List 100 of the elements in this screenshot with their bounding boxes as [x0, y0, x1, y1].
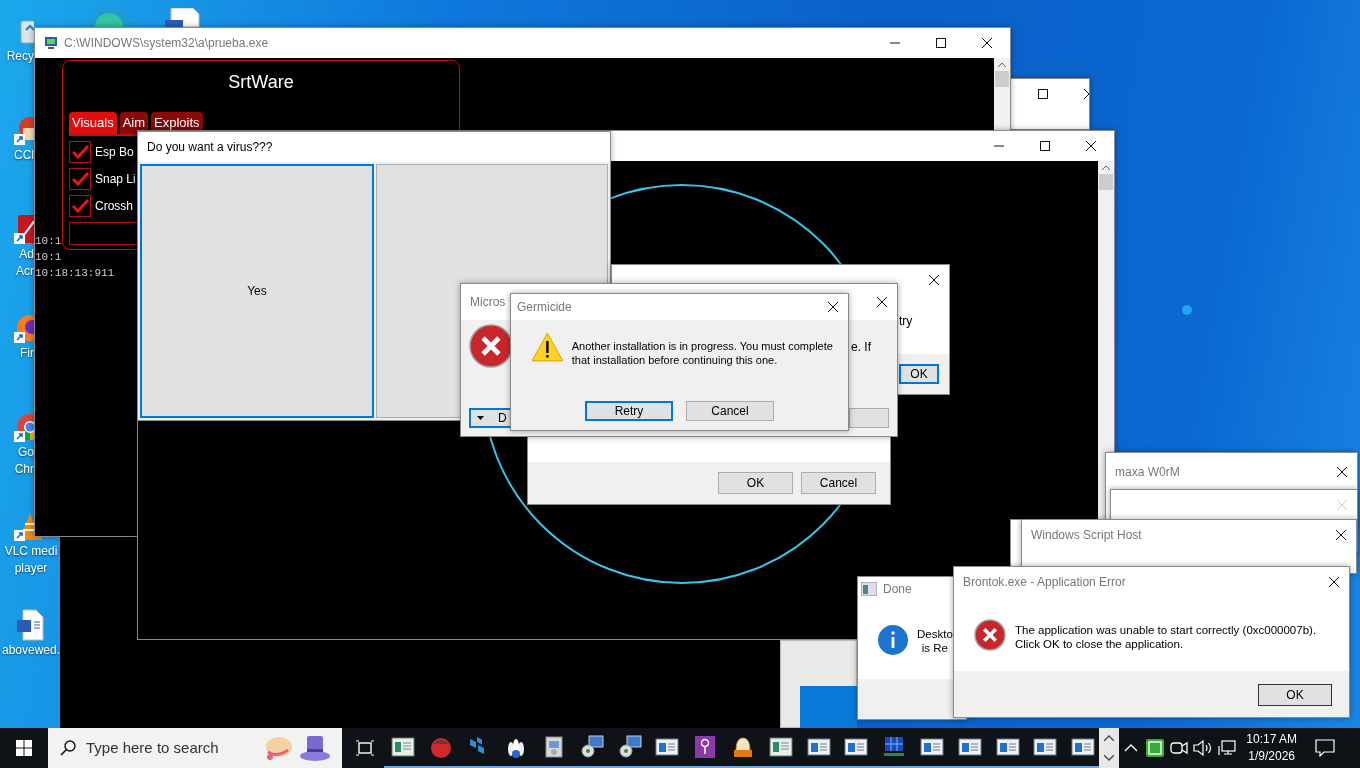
scroll-down-icon[interactable]	[1104, 755, 1115, 761]
window-title: Windows Script Host	[1031, 527, 1142, 544]
chevron-up-icon[interactable]	[1124, 744, 1139, 752]
window-icon	[768, 735, 793, 759]
camera-icon[interactable]	[1170, 740, 1189, 756]
caret-icon	[477, 416, 484, 420]
icon-label: abovewed.	[0, 643, 61, 658]
option-label: Esp Bo	[95, 143, 134, 161]
window-icon	[920, 735, 945, 759]
close-icon[interactable]	[1329, 577, 1339, 587]
ok-button[interactable]: OK	[1258, 684, 1332, 706]
close-icon[interactable]	[1086, 141, 1096, 151]
scrollbar[interactable]	[994, 58, 1010, 130]
setup-icon	[579, 735, 604, 759]
network-icon	[882, 735, 907, 759]
warning-icon	[531, 332, 564, 362]
tab[interactable]: Visuals	[69, 112, 117, 134]
console-line: 10:1	[35, 234, 62, 249]
option-label: Crossh	[95, 197, 133, 215]
button[interactable]: OK	[718, 472, 793, 494]
speaker-icon[interactable]	[1193, 740, 1214, 756]
dot-icon	[1182, 304, 1192, 315]
icon-label: Ad	[18, 247, 34, 262]
message-text: Deskto	[917, 627, 953, 641]
scroll-thumb[interactable]	[995, 71, 1009, 87]
scroll-up-icon[interactable]	[1104, 735, 1115, 741]
window-icon	[1033, 735, 1058, 759]
app-icon	[861, 582, 877, 596]
button[interactable]: Yes	[140, 164, 374, 418]
monitor-icon	[44, 36, 58, 50]
close-icon[interactable]	[1337, 466, 1347, 477]
tab[interactable]: Aim	[119, 112, 149, 134]
scroll-up-icon[interactable]	[998, 62, 1006, 67]
notification-icon[interactable]	[1315, 739, 1336, 757]
window-icon	[806, 735, 831, 759]
window-title: Germicide	[517, 299, 572, 316]
window-icon	[1071, 735, 1096, 759]
window-title: Done	[883, 581, 912, 598]
setup-icon	[617, 735, 642, 759]
checkbox[interactable]	[69, 167, 91, 190]
icon-label: CCl	[13, 148, 34, 163]
window-title: C:\WINDOWS\system32\a\prueba.exe	[64, 35, 269, 52]
message-text: is Re	[921, 641, 948, 655]
message-text: Another installation is in progress. You must complete that installation before continuing this one.	[571, 339, 834, 367]
scroll-thumb[interactable]	[1099, 174, 1113, 190]
ok-button[interactable]: OK	[899, 364, 939, 384]
scroll-up-icon[interactable]	[1102, 165, 1110, 170]
maximize-icon[interactable]	[1040, 141, 1050, 151]
close-icon[interactable]	[929, 275, 939, 285]
icon-label: Fir	[19, 346, 34, 361]
task-view-icon	[356, 740, 374, 756]
search-icon	[60, 740, 76, 756]
button[interactable]: Cancel	[801, 472, 876, 494]
network-icon[interactable]	[1218, 740, 1237, 756]
maximize-icon[interactable]	[1038, 89, 1048, 99]
app-icon[interactable]	[1146, 739, 1165, 757]
message-text: e. If	[851, 339, 871, 356]
ball-icon	[428, 735, 453, 759]
icon-label: player	[13, 561, 49, 576]
close-icon[interactable]	[982, 38, 992, 48]
button[interactable]: Retry	[585, 401, 673, 421]
checkbox[interactable]	[69, 140, 91, 163]
window-icon	[390, 735, 415, 759]
window-title: Brontok.exe - Application Error	[963, 574, 1126, 591]
checkbox[interactable]	[69, 194, 91, 217]
icon-label: Chr	[13, 462, 34, 477]
window-title: Do you want a virus???	[147, 139, 273, 156]
close-icon[interactable]	[828, 302, 838, 312]
icon-label: Acr	[15, 264, 34, 279]
info-icon	[878, 625, 908, 655]
window-icon	[957, 735, 982, 759]
console-line: 10:1	[35, 250, 62, 265]
icon-label: VLC medi	[3, 544, 59, 559]
window-title: Micros	[470, 294, 506, 311]
menu-title: SrtWare	[228, 71, 294, 94]
icon-label: Go	[17, 445, 34, 460]
maximize-icon[interactable]	[936, 38, 946, 48]
button[interactable]: Cancel	[686, 401, 774, 421]
windows-logo-icon	[16, 740, 32, 756]
key-icon	[693, 735, 718, 759]
document-app-icon[interactable]	[14, 213, 34, 245]
message-text: The application was unable to start correctly (0xc000007b).	[1015, 623, 1317, 637]
icon-label: Recy	[5, 49, 34, 64]
close-icon[interactable]	[1336, 530, 1346, 540]
window-icon	[844, 735, 869, 759]
window-title: maxa W0rM	[1115, 463, 1180, 481]
message-text: Click OK to close the application.	[1015, 637, 1185, 651]
message-text: try	[899, 314, 913, 328]
console-line: 10:18:13:911	[35, 266, 115, 281]
document-icon[interactable]	[14, 609, 46, 641]
clock[interactable]: 10:17 AM 1/9/2026	[1239, 728, 1305, 768]
close-icon[interactable]	[877, 297, 887, 307]
top-hat-icon	[298, 733, 332, 763]
window-icon	[995, 735, 1020, 759]
option-label: Snap Li	[95, 170, 136, 188]
search-field[interactable]: Type here to search	[86, 736, 246, 760]
window-background	[800, 686, 857, 728]
window-icon	[655, 735, 680, 759]
search-bar[interactable]: Type here to search	[48, 728, 342, 768]
error-icon	[974, 619, 1006, 651]
